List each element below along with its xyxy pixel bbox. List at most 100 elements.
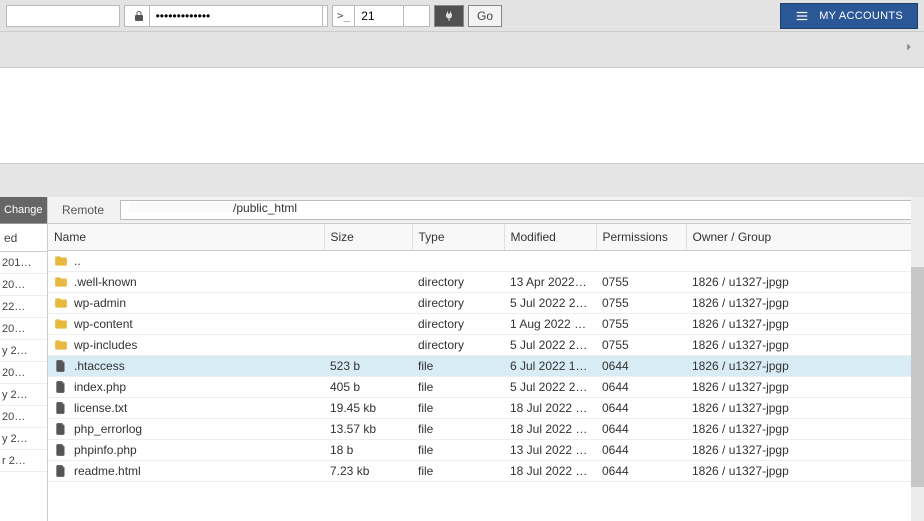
folder-open-icon — [54, 254, 68, 268]
local-row[interactable]: 20… — [0, 274, 47, 296]
file-permissions: 0644 — [596, 461, 686, 482]
file-name: wp-admin — [74, 296, 126, 310]
local-row[interactable]: 201… — [0, 252, 47, 274]
change-button[interactable]: Change — [0, 197, 47, 224]
folder-icon — [54, 338, 68, 352]
connection-toolbar: >_ Go MY ACCOUNTS — [0, 0, 924, 32]
file-modified: 5 Jul 2022 22:… — [504, 293, 596, 314]
file-icon — [54, 422, 68, 436]
col-owner[interactable]: Owner / Group — [686, 224, 923, 251]
local-row[interactable]: 20… — [0, 362, 47, 384]
file-size: 19.45 kb — [324, 398, 412, 419]
local-row[interactable]: y 2… — [0, 428, 47, 450]
file-name: license.txt — [74, 401, 127, 415]
log-area — [0, 68, 924, 164]
file-owner: 1826 / u1327-jpgp — [686, 356, 923, 377]
file-permissions: 0755 — [596, 272, 686, 293]
file-permissions: 0755 — [596, 293, 686, 314]
file-permissions: 0644 — [596, 398, 686, 419]
file-type: file — [412, 377, 504, 398]
file-modified: 1 Aug 2022 1… — [504, 314, 596, 335]
file-owner: 1826 / u1327-jpgp — [686, 398, 923, 419]
port-field-wrap[interactable]: >_ — [332, 5, 430, 27]
file-size: 7.23 kb — [324, 461, 412, 482]
table-row[interactable]: index.php405 bfile5 Jul 2022 22:…0644182… — [48, 377, 923, 398]
lock-icon — [129, 5, 149, 27]
folder-icon — [54, 296, 68, 310]
file-size — [324, 293, 412, 314]
local-row[interactable]: 20… — [0, 318, 47, 340]
col-permissions[interactable]: Permissions — [596, 224, 686, 251]
terminal-icon: >_ — [337, 9, 350, 22]
col-size[interactable]: Size — [324, 224, 412, 251]
chevron-right-icon[interactable] — [902, 40, 916, 54]
file-size: 405 b — [324, 377, 412, 398]
local-panel: Change ed 201…20…22…20…y 2…20…y 2…20…y 2… — [0, 197, 48, 521]
file-name: phpinfo.php — [74, 443, 137, 457]
file-size — [324, 251, 412, 272]
password-input[interactable] — [149, 5, 323, 27]
table-row[interactable]: .. — [48, 251, 923, 272]
local-row[interactable]: y 2… — [0, 340, 47, 362]
file-modified: 13 Jul 2022 1… — [504, 440, 596, 461]
col-type[interactable]: Type — [412, 224, 504, 251]
file-name: index.php — [74, 380, 126, 394]
file-type: directory — [412, 272, 504, 293]
password-field-wrap[interactable] — [124, 5, 328, 27]
file-modified: 18 Jul 2022 2… — [504, 461, 596, 482]
file-modified — [504, 251, 596, 272]
file-code-icon — [54, 464, 68, 478]
sub-toolbar — [0, 32, 924, 68]
table-row[interactable]: phpinfo.php18 bfile13 Jul 2022 1…0644182… — [48, 440, 923, 461]
change-label: Change — [4, 204, 43, 216]
file-name: readme.html — [74, 464, 141, 478]
col-modified[interactable]: Modified — [504, 224, 596, 251]
list-icon — [795, 9, 809, 23]
file-name: .. — [74, 254, 81, 268]
file-size — [324, 314, 412, 335]
local-header-text: ed — [4, 231, 17, 245]
file-permissions: 0644 — [596, 356, 686, 377]
local-row[interactable]: r 2… — [0, 450, 47, 472]
file-type: file — [412, 356, 504, 377]
file-modified: 18 Jul 2022 2… — [504, 419, 596, 440]
file-permissions — [596, 251, 686, 272]
file-permissions: 0644 — [596, 377, 686, 398]
my-accounts-label: MY ACCOUNTS — [819, 10, 903, 22]
table-row[interactable]: php_errorlog13.57 kbfile18 Jul 2022 2…06… — [48, 419, 923, 440]
local-row[interactable]: 22… — [0, 296, 47, 318]
connect-icon-button[interactable] — [434, 5, 464, 27]
table-row[interactable]: wp-includesdirectory5 Jul 2022 22:…07551… — [48, 335, 923, 356]
file-name: php_errorlog — [74, 422, 142, 436]
file-permissions: 0755 — [596, 314, 686, 335]
file-owner: 1826 / u1327-jpgp — [686, 440, 923, 461]
table-row[interactable]: .htaccess523 bfile6 Jul 2022 16:…0644182… — [48, 356, 923, 377]
table-row[interactable]: license.txt19.45 kbfile18 Jul 2022 2…064… — [48, 398, 923, 419]
table-row[interactable]: wp-admindirectory5 Jul 2022 22:…07551826… — [48, 293, 923, 314]
local-column-header[interactable]: ed — [0, 224, 47, 252]
file-type: file — [412, 419, 504, 440]
table-row[interactable]: wp-contentdirectory1 Aug 2022 1…07551826… — [48, 314, 923, 335]
masked-path-prefix — [129, 202, 233, 212]
file-owner: 1826 / u1327-jpgp — [686, 335, 923, 356]
local-row[interactable]: y 2… — [0, 384, 47, 406]
file-owner: 1826 / u1327-jpgp — [686, 314, 923, 335]
port-input[interactable] — [354, 5, 404, 27]
divider-band — [0, 164, 924, 197]
col-name[interactable]: Name — [48, 224, 324, 251]
file-modified: 6 Jul 2022 16:… — [504, 356, 596, 377]
remote-label: Remote — [56, 201, 110, 219]
my-accounts-button[interactable]: MY ACCOUNTS — [780, 3, 918, 29]
file-code-icon — [54, 443, 68, 457]
scrollbar-thumb[interactable] — [911, 267, 924, 487]
file-type: file — [412, 461, 504, 482]
host-input[interactable] — [6, 5, 120, 27]
file-modified: 5 Jul 2022 22:… — [504, 377, 596, 398]
remote-path-input[interactable]: /public_html — [120, 200, 915, 220]
table-row[interactable]: readme.html 7.23 kbfile18 Jul 2022 2…0644… — [48, 461, 923, 482]
folder-icon — [54, 275, 68, 289]
local-row[interactable]: 20… — [0, 406, 47, 428]
go-button[interactable]: Go — [468, 5, 502, 27]
file-name: wp-content — [74, 317, 133, 331]
table-row[interactable]: .well-knowndirectory13 Apr 2022 …0755182… — [48, 272, 923, 293]
